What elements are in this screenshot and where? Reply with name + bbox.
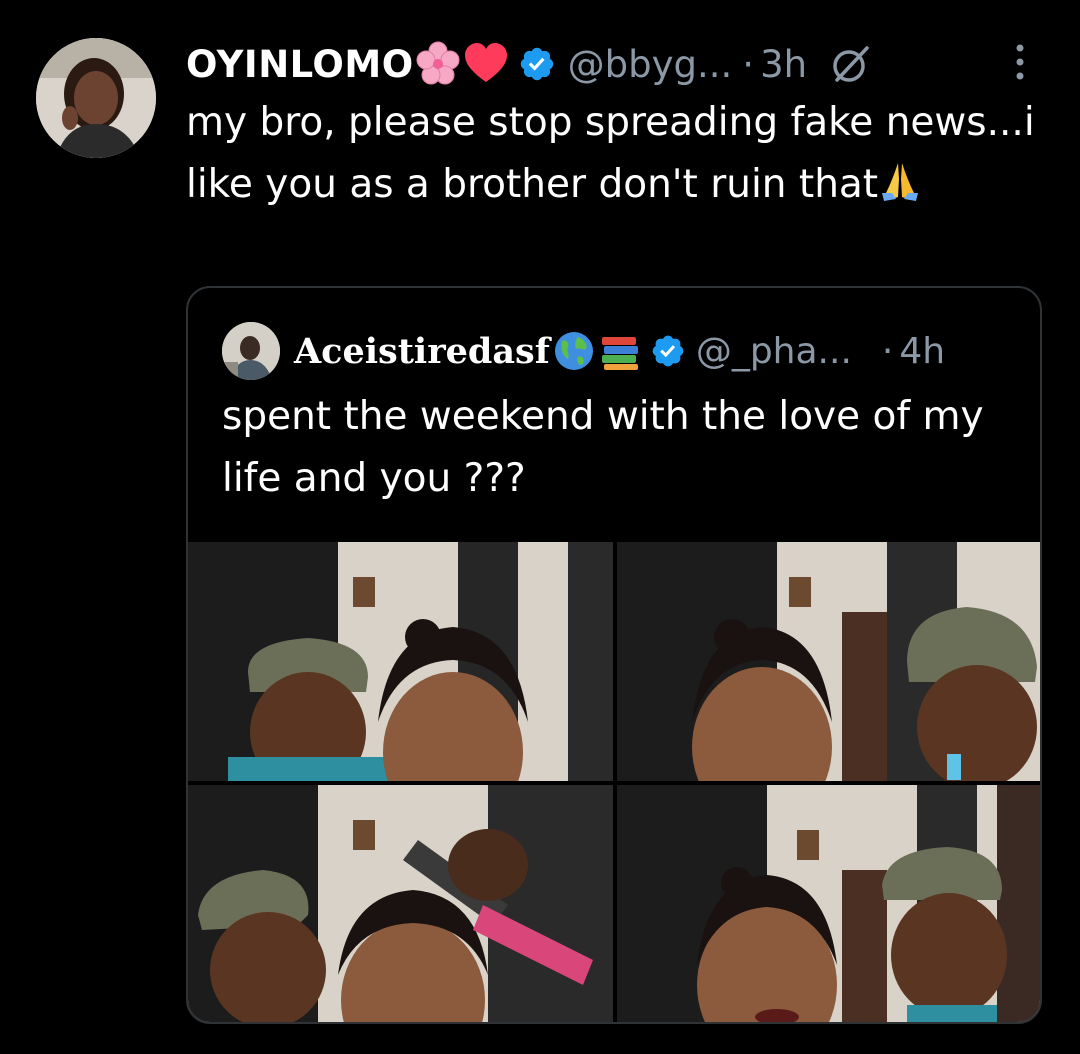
media-photo[interactable]: [617, 542, 1040, 781]
books-emoji: [601, 337, 638, 370]
display-name[interactable]: OYINLOMO: [186, 43, 414, 86]
quoted-tweet-header: Aceistiredasf @_pha... · 4h: [222, 322, 945, 380]
tweet-view: OYINLOMO @bbyg... · 3h my bro, please st…: [0, 0, 1080, 1054]
quoted-verified-badge-icon: [652, 335, 684, 367]
quoted-avatar[interactable]: [222, 322, 280, 380]
folded-hands-emoji: [882, 163, 919, 201]
quoted-separator-dot: ·: [881, 330, 894, 372]
cherry-blossom-emoji: [416, 41, 460, 85]
quoted-timestamp[interactable]: 4h: [899, 331, 945, 372]
verified-badge-icon: [520, 47, 553, 81]
red-heart-emoji: [464, 43, 507, 82]
grok-icon[interactable]: [829, 42, 873, 86]
quoted-handle[interactable]: @_pha...: [696, 331, 852, 372]
quoted-tweet-text: spent the weekend with the love of my li…: [222, 394, 984, 501]
separator-dot: ·: [742, 42, 755, 86]
quoted-tweet-card[interactable]: Aceistiredasf @_pha... · 4h spent the we: [186, 286, 1042, 1024]
tweet-header: OYINLOMO @bbyg... · 3h: [186, 36, 873, 92]
tweet-text: my bro, please stop spreading fake news.…: [186, 92, 1046, 216]
avatar[interactable]: [36, 38, 156, 158]
media-grid: [188, 542, 1040, 1022]
media-photo[interactable]: [617, 785, 1040, 1022]
globe-emoji: [554, 332, 593, 370]
handle[interactable]: @bbyg...: [568, 43, 733, 86]
more-options-icon[interactable]: [1010, 42, 1030, 82]
media-photo[interactable]: [188, 542, 613, 781]
quoted-display-name[interactable]: Aceistiredasf: [294, 331, 550, 372]
timestamp[interactable]: 3h: [760, 43, 807, 86]
media-photo[interactable]: [188, 785, 613, 1022]
